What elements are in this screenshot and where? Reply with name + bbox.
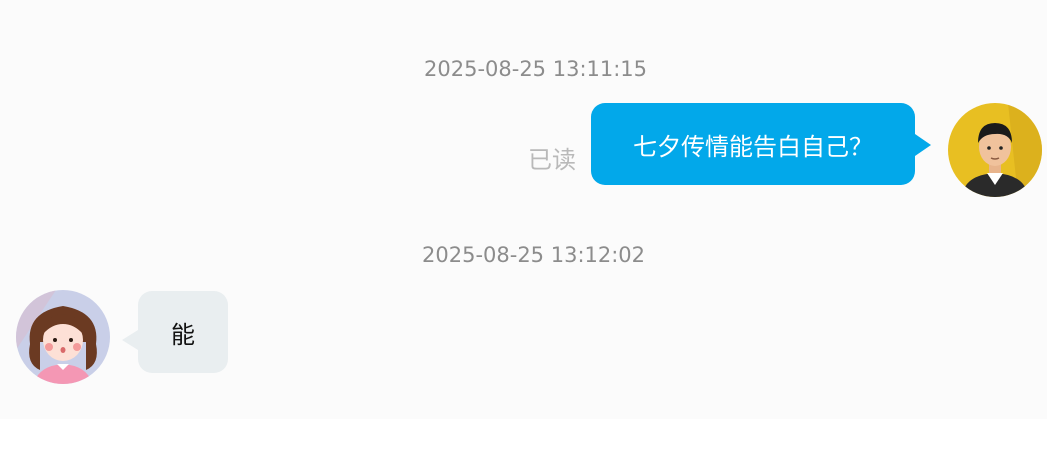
- chat-message-list: 2025-08-25 13:11:15 已读 七夕传情能告白自己？ 2025-0…: [0, 0, 1047, 419]
- male-avatar-icon: [948, 103, 1042, 197]
- female-avatar-icon: [16, 290, 110, 384]
- contact-avatar[interactable]: [16, 290, 110, 384]
- incoming-message-bubble[interactable]: 能: [122, 291, 228, 373]
- user-avatar[interactable]: [948, 103, 1042, 197]
- outgoing-message-bubble[interactable]: 七夕传情能告白自己？: [591, 103, 931, 185]
- read-status-label: 已读: [528, 146, 576, 174]
- message-text: 七夕传情能告白自己？: [633, 132, 873, 161]
- bubble-tail: [915, 134, 931, 156]
- message-timestamp: 2025-08-25 13:11:15: [424, 57, 648, 81]
- message-text: 能: [171, 320, 195, 349]
- bubble-tail: [122, 330, 138, 350]
- message-timestamp: 2025-08-25 13:12:02: [422, 243, 646, 267]
